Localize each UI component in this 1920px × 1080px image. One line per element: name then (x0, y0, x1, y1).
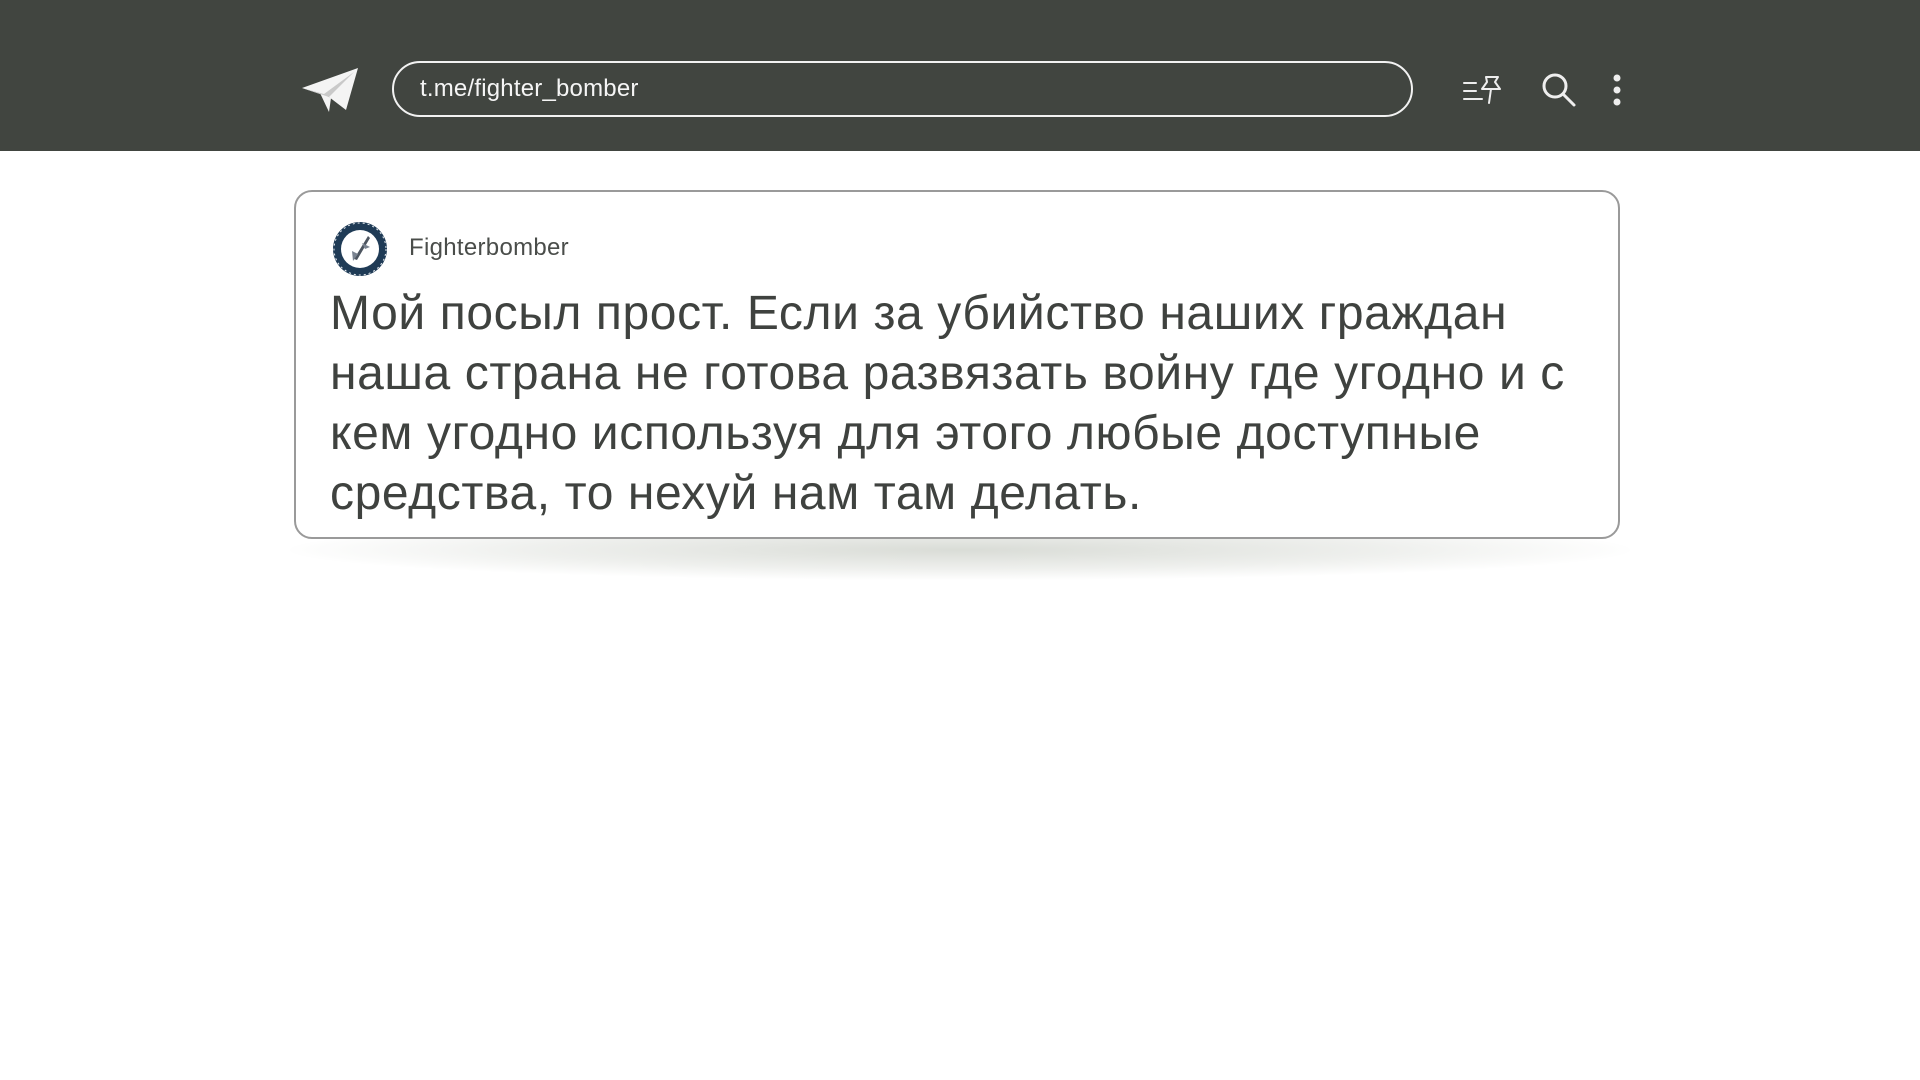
telegram-logo-icon[interactable] (300, 66, 360, 114)
url-text: t.me/fighter_bomber (420, 75, 639, 102)
top-bar: t.me/fighter_bomber (0, 0, 1920, 151)
message-text: Мой посыл прост. Если за убийство наших … (330, 287, 1565, 520)
url-address-field[interactable]: t.me/fighter_bomber (392, 61, 1413, 117)
channel-name[interactable]: Fighterbomber (409, 234, 569, 262)
search-icon[interactable] (1538, 70, 1580, 110)
pinned-messages-icon[interactable] (1460, 70, 1506, 110)
more-vertical-icon[interactable] (1604, 70, 1630, 110)
message-card: Fighterbomber Мой посыл прост. Если за у… (294, 190, 1620, 539)
channel-avatar[interactable] (332, 221, 388, 277)
